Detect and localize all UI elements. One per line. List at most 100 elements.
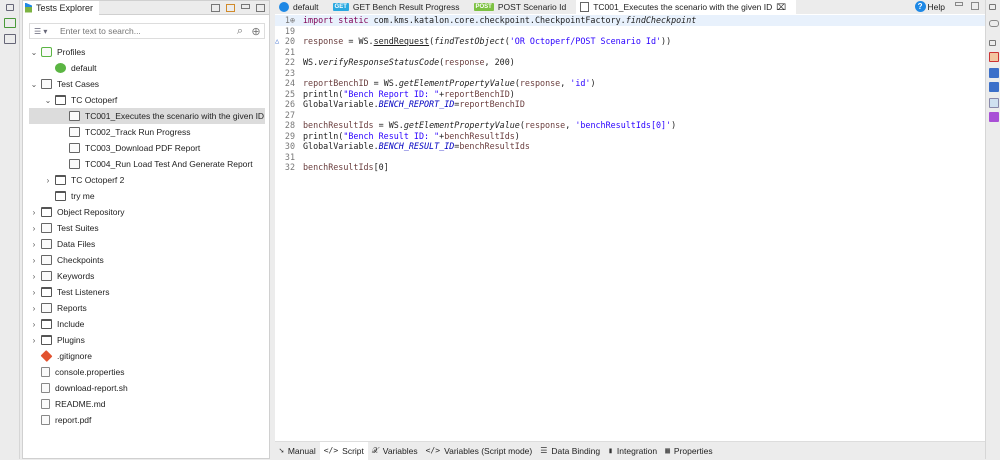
help-button[interactable]: ? Help xyxy=(914,1,945,12)
left-toolbar xyxy=(0,0,20,459)
minimize-icon[interactable] xyxy=(241,3,250,9)
restore-icon[interactable] xyxy=(6,4,14,11)
monitor-icon[interactable] xyxy=(989,82,999,92)
recorder-icon[interactable] xyxy=(989,52,999,62)
tree-item[interactable]: default xyxy=(29,60,265,76)
code-token: = WS. xyxy=(373,120,404,131)
test-explorer-icon[interactable] xyxy=(4,18,16,28)
code-line[interactable]: 29 println("Bench Result ID: "+benchResul… xyxy=(275,131,985,142)
chevron-right-icon[interactable]: › xyxy=(29,304,39,313)
tree-item-label: Profiles xyxy=(57,47,86,57)
code-line[interactable]: 22 WS.verifyResponseStatusCode(response, … xyxy=(275,57,985,68)
code-line[interactable]: △ 20 response = WS.sendRequest(findTestObj… xyxy=(275,36,985,47)
minimize-editor-icon[interactable] xyxy=(955,2,963,6)
line-number: 30 xyxy=(284,141,295,152)
table-icon[interactable] xyxy=(989,98,999,108)
tab-data-binding[interactable]: ☰ Data Binding xyxy=(536,442,604,460)
battery-icon[interactable] xyxy=(989,20,999,27)
chevron-right-icon[interactable]: › xyxy=(43,176,53,185)
tab-script[interactable]: </> Script xyxy=(319,441,368,460)
chevron-down-icon[interactable]: ⌄ xyxy=(29,80,39,89)
plugin-icon[interactable] xyxy=(989,112,999,122)
editor-tab[interactable]: default xyxy=(275,0,329,14)
tree-item[interactable]: › Test Listeners xyxy=(29,284,265,300)
filter-dropdown-icon[interactable]: ☰ ▾ xyxy=(30,27,60,36)
tree-item[interactable]: › Keywords xyxy=(29,268,265,284)
tc-icon xyxy=(41,239,52,249)
code-line[interactable]: 32 benchResultIds[0] xyxy=(275,162,985,173)
restore-icon[interactable] xyxy=(989,40,996,46)
code-line[interactable]: 30 GlobalVariable.BENCH_RESULT_ID=benchRe… xyxy=(275,141,985,152)
tree-item[interactable]: console.properties xyxy=(29,364,265,380)
chevron-right-icon[interactable]: › xyxy=(29,240,39,249)
tree-item[interactable]: report.pdf xyxy=(29,412,265,428)
tree-item[interactable]: .gitignore xyxy=(29,348,265,364)
tree-item[interactable]: TC003_Download PDF Report xyxy=(29,140,265,156)
chevron-right-icon[interactable]: › xyxy=(29,336,39,345)
tree-item[interactable]: ⌄ TC Octoperf xyxy=(29,92,265,108)
tree-item[interactable]: TC002_Track Run Progress xyxy=(29,124,265,140)
tab-variables-script-mode[interactable]: </> Variables (Script mode) xyxy=(422,442,537,460)
advanced-search-icon[interactable]: ⊕ xyxy=(248,25,264,38)
code-line[interactable]: 26 GlobalVariable.BENCH_REPORT_ID=reportB… xyxy=(275,99,985,110)
tree-item[interactable]: › TC Octoperf 2 xyxy=(29,172,265,188)
tree-item[interactable]: › Object Repository xyxy=(29,204,265,220)
code-line[interactable]: 24 reportBenchID = WS.getElementPropertyV… xyxy=(275,78,985,89)
tree-item[interactable]: TC004_Run Load Test And Generate Report xyxy=(29,156,265,172)
chevron-right-icon[interactable]: › xyxy=(29,224,39,233)
bottom-tab-label: Manual xyxy=(287,445,316,456)
chevron-right-icon[interactable]: › xyxy=(29,256,39,265)
tree-item-label: Data Files xyxy=(57,239,96,249)
code-text: response = WS.sendRequest(findTestObject… xyxy=(299,36,671,46)
restore-icon[interactable] xyxy=(989,4,996,10)
tree-item[interactable]: try me xyxy=(29,188,265,204)
code-line[interactable]: 28 benchResultIds = WS.getElementProperty… xyxy=(275,120,985,131)
table-icon[interactable] xyxy=(4,34,16,44)
chevron-down-icon[interactable]: ⌄ xyxy=(29,48,39,57)
tree-item[interactable]: ⌄ Profiles xyxy=(29,44,265,60)
code-line[interactable]: 21 xyxy=(275,47,985,58)
tree-item[interactable]: README.md xyxy=(29,396,265,412)
editor-tab[interactable]: TC001_Executes the scenario with the giv… xyxy=(576,0,797,14)
code-editor[interactable]: 1⊕ import static com.kms.katalon.core.che… xyxy=(275,15,985,173)
tab-label: POST Scenario Id xyxy=(497,2,567,12)
search-icon[interactable]: ⌕ xyxy=(232,25,248,38)
tree-item[interactable]: › Checkpoints xyxy=(29,252,265,268)
code-line[interactable]: 19 xyxy=(275,26,985,37)
monitor-icon[interactable] xyxy=(989,68,999,78)
tree-item-label: Reports xyxy=(57,303,87,313)
tree-item[interactable]: › Data Files xyxy=(29,236,265,252)
code-line[interactable]: 25 println("Bench Report ID: "+reportBenc… xyxy=(275,89,985,100)
editor-tab[interactable]: GET GET Bench Result Progress xyxy=(329,0,470,14)
tab-properties[interactable]: ▦ Properties xyxy=(661,442,717,460)
search-input[interactable] xyxy=(60,26,232,36)
close-tab-icon[interactable]: ⌧ xyxy=(776,2,786,13)
code-line[interactable]: 23 xyxy=(275,68,985,79)
tree-item[interactable]: › Plugins xyxy=(29,332,265,348)
chevron-down-icon[interactable]: ⌄ xyxy=(43,96,53,105)
code-line[interactable]: 27 xyxy=(275,110,985,121)
code-line[interactable]: 31 xyxy=(275,152,985,163)
link-editor-icon[interactable] xyxy=(226,3,235,12)
tree-item[interactable]: ⌄ Test Cases xyxy=(29,76,265,92)
editor-tab[interactable]: POST POST Scenario Id xyxy=(470,0,577,14)
tests-explorer-tab[interactable]: Tests Explorer xyxy=(23,0,100,15)
chevron-right-icon[interactable]: › xyxy=(29,208,39,217)
chevron-right-icon[interactable]: › xyxy=(29,272,39,281)
tree-item[interactable]: › Reports xyxy=(29,300,265,316)
tree-item[interactable]: TC001_Executes the scenario with the giv… xyxy=(29,108,265,124)
tab-variables[interactable]: 𝒳 Variables xyxy=(368,442,422,460)
collapse-all-icon[interactable] xyxy=(211,3,220,12)
tree-item[interactable]: › Include xyxy=(29,316,265,332)
maximize-icon[interactable] xyxy=(256,3,265,12)
tree-item[interactable]: download-report.sh xyxy=(29,380,265,396)
code-line[interactable]: 1⊕ import static com.kms.katalon.core.che… xyxy=(275,15,985,26)
tab-manual[interactable]: ➘ Manual xyxy=(275,442,320,460)
tree-item[interactable]: › Test Suites xyxy=(29,220,265,236)
folder-icon xyxy=(41,207,52,217)
chevron-right-icon[interactable]: › xyxy=(29,320,39,329)
tab-integration[interactable]: ▮ Integration xyxy=(604,442,661,460)
chevron-right-icon[interactable]: › xyxy=(29,288,39,297)
maximize-editor-icon[interactable] xyxy=(971,2,979,10)
tab-label: TC001_Executes the scenario with the giv… xyxy=(593,2,773,12)
